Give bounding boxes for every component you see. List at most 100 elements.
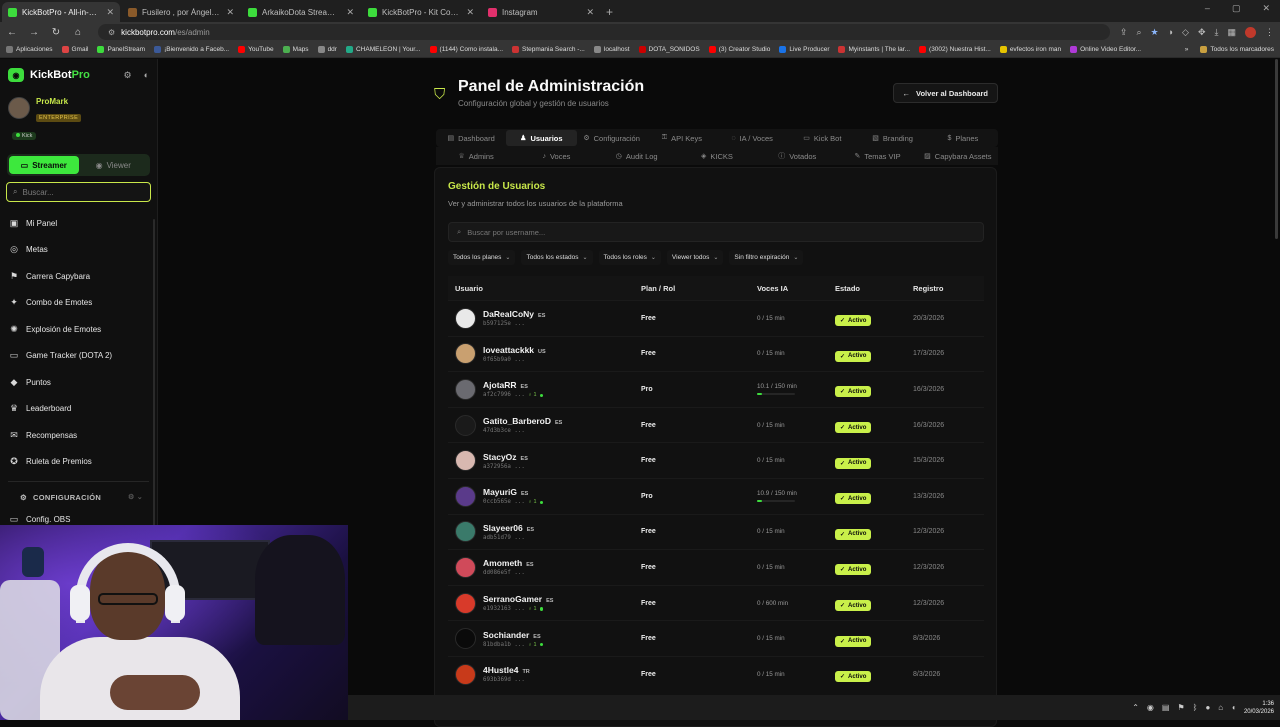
bookmark-item[interactable]: ddr (317, 46, 337, 53)
bookmark-item[interactable]: DOTA_SONIDOS (638, 46, 700, 53)
volume-icon[interactable]: ◖ (1231, 703, 1236, 712)
bookmark-item[interactable]: localhost (593, 46, 630, 53)
browser-tab[interactable]: Instagram ✕ (482, 2, 600, 22)
extensions-puzzle-icon[interactable]: ✥ (1198, 27, 1206, 38)
bluetooth-icon[interactable]: ᛒ (1193, 703, 1198, 712)
bookmark-item[interactable]: evfectos iron man (999, 46, 1061, 53)
tab-admins[interactable]: ♕ Admins (436, 148, 516, 164)
user-profile[interactable]: ProMark ENTERPRISE (0, 91, 157, 124)
tab-kick-bot[interactable]: ▭ Kick Bot (787, 130, 857, 146)
profile-avatar[interactable] (1245, 26, 1256, 38)
tab-planes[interactable]: $ Planes (928, 130, 998, 146)
status-badge[interactable]: ✓ Activo (835, 350, 872, 362)
tab-kicks[interactable]: ◈ KICKS (677, 148, 757, 164)
sidebar-item-ruleta-de-premios[interactable]: ✪ Ruleta de Premios (0, 449, 157, 476)
bookmark-item[interactable]: CHAMELEON | Your... (345, 46, 421, 53)
bookmark-item[interactable]: PanelStream (97, 46, 145, 53)
status-badge[interactable]: ✓ Activo (835, 564, 872, 576)
close-tab-icon[interactable]: ✕ (586, 7, 594, 18)
sidebar-item-combo-de-emotes[interactable]: ✦ Combo de Emotes (0, 290, 157, 317)
table-row[interactable]: AjotaRR ES af2c7996 ... ♁ 1 Pro 10.1 / 150 mi… (448, 371, 984, 407)
username[interactable]: Sochiander (483, 630, 529, 640)
app-tray-icon[interactable]: ▤ (1162, 703, 1170, 712)
browser-tab[interactable]: Fusilero , por Ángel Sacristán ... ✕ (122, 2, 240, 22)
install-app-icon[interactable]: ⇪ (1120, 27, 1128, 38)
table-row[interactable]: 4Hustle4 TR 693b369d ... Free 0 / 15 min ✓ Act… (448, 655, 984, 692)
filter-dropdown[interactable]: Sin filtro expiración ⌄ (729, 250, 804, 265)
config-section-header[interactable]: ⚙ CONFIGURACIÓN ⚙ ⌄ (0, 488, 157, 506)
browser-tab[interactable]: KickBotPro - All-in-One Stream ✕ (2, 2, 120, 22)
filter-dropdown[interactable]: Todos los estados ⌄ (521, 250, 593, 265)
column-header[interactable]: Plan / Rol (634, 284, 750, 293)
filter-dropdown[interactable]: Todos los roles ⌄ (598, 250, 661, 265)
sidebar-item-leaderboard[interactable]: ♛ Leaderboard (0, 396, 157, 423)
column-header[interactable]: Registro (906, 284, 984, 293)
table-row[interactable]: Slayeer06 ES adb51d79 ... Free 0 / 15 min ✓ Ac… (448, 513, 984, 550)
maximize-icon[interactable]: ▢ (1232, 3, 1241, 14)
streamer-mode-button[interactable]: ▭ Streamer (9, 156, 79, 174)
theme-toggle-icon[interactable]: ◐ (144, 70, 149, 81)
bookmark-item[interactable]: YouTube (238, 46, 274, 53)
sidebar-item-puntos[interactable]: ◆ Puntos (0, 369, 157, 396)
browser-tab[interactable]: KickBotPro - Kit Completo de S... ✕ (362, 2, 480, 22)
sidebar-item-mi-panel[interactable]: ▣ Mi Panel (0, 210, 157, 237)
bookmark-item[interactable]: (3) Creator Studio (708, 46, 770, 53)
system-clock[interactable]: 1:36 20/03/2026 (1244, 700, 1274, 716)
status-badge[interactable]: ✓ Activo (835, 386, 872, 398)
extension-icon[interactable]: ◇ (1182, 27, 1189, 38)
sidebar-item-carrera-capybara[interactable]: ⚑ Carrera Capybara (0, 263, 157, 290)
tab-api-keys[interactable]: ⚿ API Keys (647, 130, 717, 146)
tab-audit-log[interactable]: ◷ Audit Log (597, 148, 677, 164)
bookmark-item[interactable]: (3002) Nuestra Hist... (919, 46, 991, 53)
tab-search-icon[interactable]: ▦ (1227, 27, 1236, 38)
status-badge[interactable]: ✓ Activo (835, 635, 872, 647)
menu-icon[interactable]: ⋮ (1265, 27, 1274, 38)
browser-tab[interactable]: ArkaikoDota Stream - Watch L... ✕ (242, 2, 360, 22)
tab-dashboard[interactable]: ▤ Dashboard (436, 130, 506, 146)
chevron-up-icon[interactable]: ⌃ (1132, 703, 1139, 712)
username[interactable]: StacyOz (483, 452, 517, 462)
app-tray-icon[interactable]: ⚑ (1177, 703, 1184, 712)
network-icon[interactable]: ⌂ (1218, 703, 1223, 712)
close-tab-icon[interactable]: ✕ (226, 7, 234, 18)
tab-branding[interactable]: ▧ Branding (858, 130, 928, 146)
close-tab-icon[interactable]: ✕ (466, 7, 474, 18)
column-header[interactable]: Usuario (448, 284, 634, 293)
bookmark-item[interactable]: Gmail (61, 46, 88, 53)
back-icon[interactable]: ← (6, 27, 18, 38)
bookmark-item[interactable]: Stepmania Search -... (512, 46, 585, 53)
sidebar-item-explosion-de-emotes[interactable]: ✺ Explosión de Emotes (0, 316, 157, 343)
column-header[interactable]: Estado (828, 284, 906, 293)
bookmark-item[interactable]: Maps (282, 46, 309, 53)
zoom-icon[interactable]: ⌕ (1136, 27, 1141, 38)
forward-icon[interactable]: → (28, 27, 40, 38)
bookmark-item[interactable]: Myinstants | The lar... (838, 46, 910, 53)
tab-votados[interactable]: ⓘ Votados (757, 148, 837, 164)
url-field[interactable]: ⚙ kickbotpro.com/es/admin (98, 24, 1110, 40)
page-scrollbar[interactable] (1275, 59, 1278, 239)
username[interactable]: MayuriG (483, 487, 517, 497)
table-row[interactable]: MayuriG ES 0ccb565e ... ♁ 1 Pro 10.9 / 150 mi… (448, 477, 984, 514)
username[interactable]: loveattackkk (483, 345, 534, 355)
reload-icon[interactable]: ↻ (50, 27, 62, 38)
username[interactable]: Slayeer06 (483, 523, 523, 533)
all-bookmarks-button[interactable]: Todos los marcadores (1200, 46, 1274, 53)
sidebar-item-game-tracker-dota-2[interactable]: ▭ Game Tracker (DOTA 2) (0, 343, 157, 370)
bookmark-item[interactable]: ¡Bienvenido a Faceb... (154, 46, 229, 53)
status-badge[interactable]: ✓ Activo (835, 422, 872, 434)
home-icon[interactable]: ⌂ (72, 27, 84, 38)
tab-temas-vip[interactable]: ✎ Temas VIP (837, 148, 917, 164)
tab-capybara-assets[interactable]: ▨ Capybara Assets (918, 148, 998, 164)
bookmark-star-icon[interactable]: ★ (1151, 27, 1159, 38)
close-tab-icon[interactable]: ✕ (106, 7, 114, 18)
username[interactable]: DaRealCoNy (483, 309, 534, 319)
status-badge[interactable]: ✓ Activo (835, 671, 872, 683)
close-window-icon[interactable]: ✕ (1262, 3, 1270, 14)
extension-icon[interactable]: ◑ (1168, 27, 1173, 37)
status-badge[interactable]: ✓ Activo (835, 528, 872, 540)
tab-configuracion[interactable]: ⚙ Configuración (577, 130, 647, 146)
app-logo[interactable]: KickBotPro (30, 69, 90, 81)
table-row[interactable]: SerranoGamer ES e1932163 ... ♁ 1 Free 0 / 600… (448, 584, 984, 621)
sidebar-item-metas[interactable]: ◎ Metas (0, 237, 157, 264)
tab-ia-voces[interactable]: ◌ IA / Voces (717, 130, 787, 146)
